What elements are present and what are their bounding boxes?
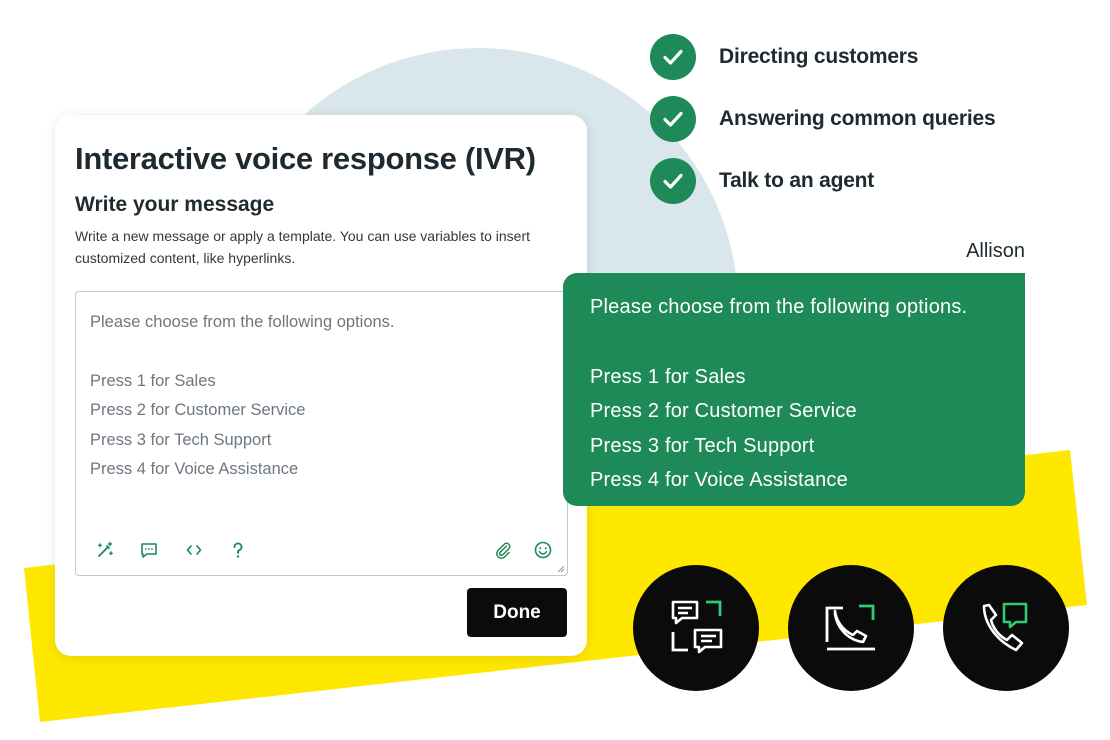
checklist-label: Talk to an agent bbox=[719, 169, 875, 192]
bubble-option: Press 3 for Tech Support bbox=[590, 434, 815, 457]
checklist-item: Answering common queries bbox=[650, 95, 996, 143]
message-editor[interactable]: Please choose from the following options… bbox=[75, 291, 568, 576]
speaker-name: Allison bbox=[966, 240, 1025, 262]
comment-icon[interactable] bbox=[137, 538, 161, 562]
bubble-option: Press 4 for Voice Assistance bbox=[590, 469, 848, 491]
paperclip-icon[interactable] bbox=[491, 538, 515, 562]
help-icon[interactable] bbox=[226, 538, 250, 562]
phone-chat-icon bbox=[943, 565, 1069, 691]
check-icon bbox=[650, 158, 696, 204]
message-bubble: Please choose from the following options… bbox=[563, 273, 1025, 506]
bubble-option: Press 2 for Customer Service bbox=[590, 400, 857, 422]
checklist-label: Directing customers bbox=[719, 45, 919, 68]
editor-option: Press 4 for Voice Assistance bbox=[90, 460, 299, 478]
resize-handle-icon[interactable] bbox=[555, 563, 565, 573]
code-icon[interactable] bbox=[182, 538, 206, 562]
emoji-icon[interactable] bbox=[531, 538, 555, 562]
checklist-item: Directing customers bbox=[650, 33, 995, 81]
editor-content[interactable]: Please choose from the following options… bbox=[90, 308, 395, 485]
done-button[interactable]: Done bbox=[467, 588, 567, 637]
editor-option: Press 1 for Sales bbox=[90, 371, 216, 390]
feature-checklist: Directing customers Answering common que… bbox=[650, 33, 996, 219]
messaging-channel-icon bbox=[633, 565, 759, 691]
voice-ticket-icon bbox=[788, 565, 914, 691]
card-subtitle: Write your message bbox=[75, 193, 275, 216]
card-title: Interactive voice response (IVR) bbox=[75, 141, 536, 176]
bubble-line: Please choose from the following options… bbox=[590, 296, 968, 318]
bubble-content: Please choose from the following options… bbox=[590, 290, 967, 498]
checklist-label: Answering common queries bbox=[719, 107, 996, 130]
editor-option: Press 3 for Tech Support bbox=[90, 430, 272, 449]
bubble-option: Press 1 for Sales bbox=[590, 365, 746, 388]
check-icon bbox=[650, 96, 696, 142]
check-icon bbox=[650, 34, 696, 80]
magic-wand-icon[interactable] bbox=[93, 538, 117, 562]
checklist-item: Talk to an agent bbox=[650, 157, 995, 205]
editor-option: Press 2 for Customer Service bbox=[90, 401, 306, 419]
editor-line: Please choose from the following options… bbox=[90, 313, 395, 331]
card-description: Write a new message or apply a template.… bbox=[75, 228, 530, 266]
ivr-message-card: Interactive voice response (IVR) Write y… bbox=[55, 115, 587, 656]
